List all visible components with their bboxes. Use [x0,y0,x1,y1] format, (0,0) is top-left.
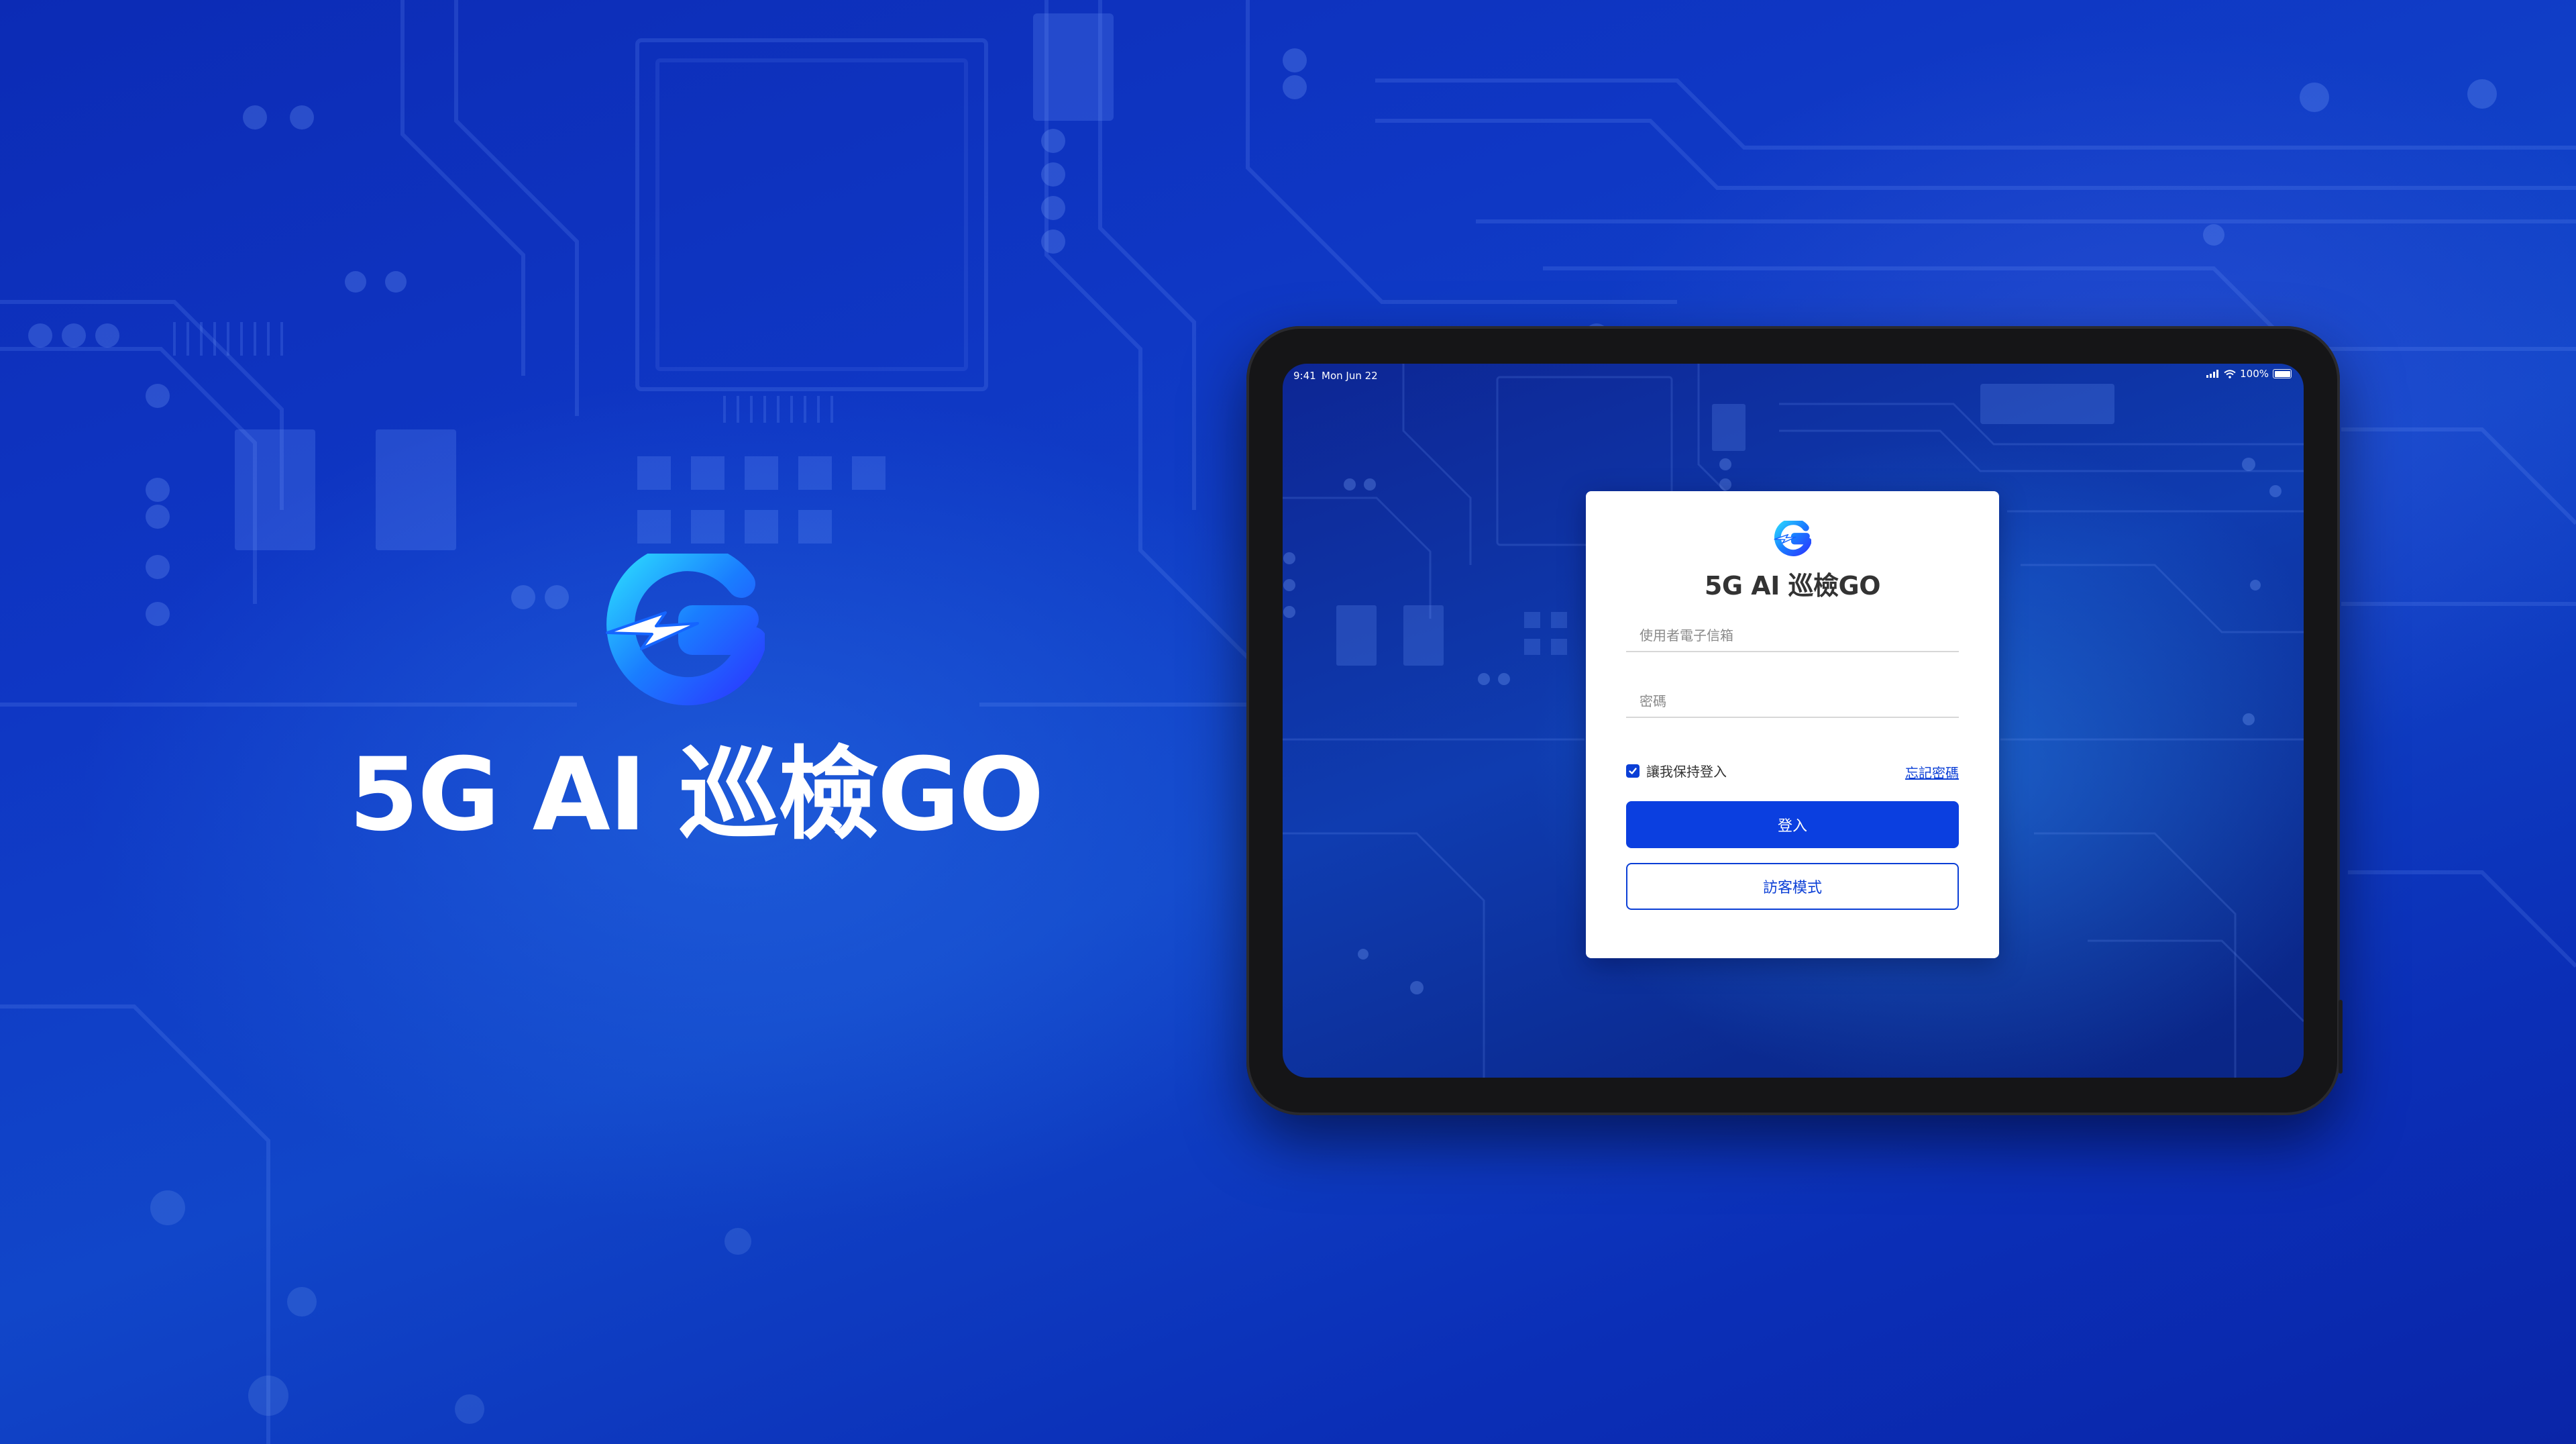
password-field[interactable] [1626,686,1959,718]
login-title: 5G AI 巡檢GO [1704,571,1881,601]
remember-checkbox[interactable] [1626,764,1640,778]
login-button[interactable]: 登入 [1626,801,1959,848]
check-icon [1629,767,1637,774]
tablet-device: 9:41 Mon Jun 22 100% 5G AI 巡檢GO 使用者電子信箱 … [1246,326,2340,1115]
status-bar: 9:41 Mon Jun 22 100% [1283,364,2304,384]
wifi-icon [2224,369,2236,378]
guest-mode-button[interactable]: 訪客模式 [1626,863,1959,910]
g-lightning-logo-icon [1774,521,1811,556]
email-field[interactable] [1626,620,1959,652]
remember-me[interactable]: 讓我保持登入 [1626,761,1727,780]
battery-icon [2273,369,2292,378]
status-date: Mon Jun 22 [1322,370,1378,382]
signal-icon [2206,370,2219,378]
remember-label: 讓我保持登入 [1646,764,1727,780]
hero-title: 5G AI 巡檢GO [349,737,1044,854]
status-icons: 100% [2206,368,2292,380]
forgot-password-link[interactable]: 忘記密碼 [1905,762,1959,782]
battery-percent: 100% [2240,368,2269,380]
status-time: 9:41 [1293,370,1316,382]
tablet-screen: 9:41 Mon Jun 22 100% 5G AI 巡檢GO 使用者電子信箱 … [1283,364,2304,1078]
g-lightning-logo-icon [606,554,765,706]
tablet-side-button [2339,1000,2343,1074]
login-card: 5G AI 巡檢GO 讓我保持登入 忘記密碼 登入 訪客模式 [1586,491,1999,958]
